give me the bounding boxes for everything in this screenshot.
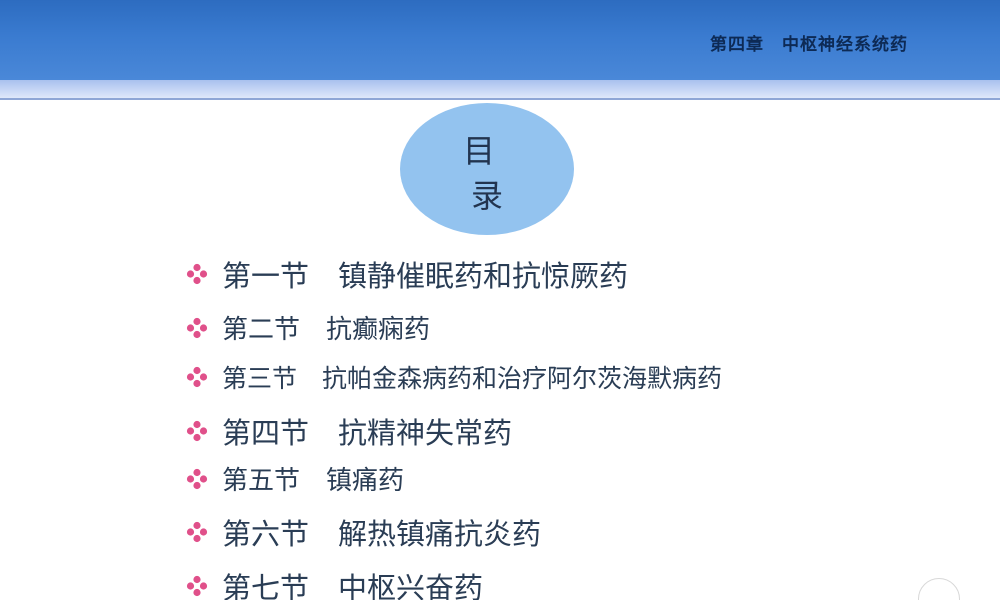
diamond-bullet-icon [186,366,208,388]
toc-item-label: 第四节 抗精神失常药 [222,416,513,450]
toc-item-3[interactable]: 第三节 抗帕金森病药和治疗阿尔茨海默病药 [186,359,722,395]
toc-item-4[interactable]: 第四节 抗精神失常药 [186,410,512,452]
diamond-bullet-icon [186,317,208,338]
toc-item-1[interactable]: 第一节 镇静催眠药和抗惊厥药 [186,253,628,295]
diamond-bullet-icon [186,575,208,597]
slide: 第四章 中枢神经系统药 目 录 第一节 镇静催眠药和抗惊厥药 第二节 抗癫痫药 … [0,0,1000,600]
toc-item-5[interactable]: 第五节 镇痛药 [186,460,404,497]
toc-item-label: 第六节 解热镇痛抗炎药 [222,517,542,551]
toc-item-label: 第二节 抗癫痫药 [222,315,431,345]
toc-item-label: 第五节 镇痛药 [222,466,405,496]
toc-list: 第一节 镇静催眠药和抗惊厥药 第二节 抗癫痫药 第三节 抗帕金森病药和治疗阿尔茨… [186,0,946,600]
diamond-bullet-icon [186,420,208,442]
diamond-bullet-icon [186,263,208,285]
diamond-bullet-icon [186,521,208,543]
toc-item-2[interactable]: 第二节 抗癫痫药 [186,309,430,346]
diamond-bullet-icon [186,468,208,489]
toc-item-6[interactable]: 第六节 解热镇痛抗炎药 [186,511,541,553]
toc-item-label: 第七节 中枢兴奋药 [222,571,484,600]
toc-item-label: 第一节 镇静催眠药和抗惊厥药 [222,259,629,293]
toc-item-label: 第三节 抗帕金森病药和治疗阿尔茨海默病药 [222,364,723,393]
toc-item-7[interactable]: 第七节 中枢兴奋药 [186,565,483,600]
